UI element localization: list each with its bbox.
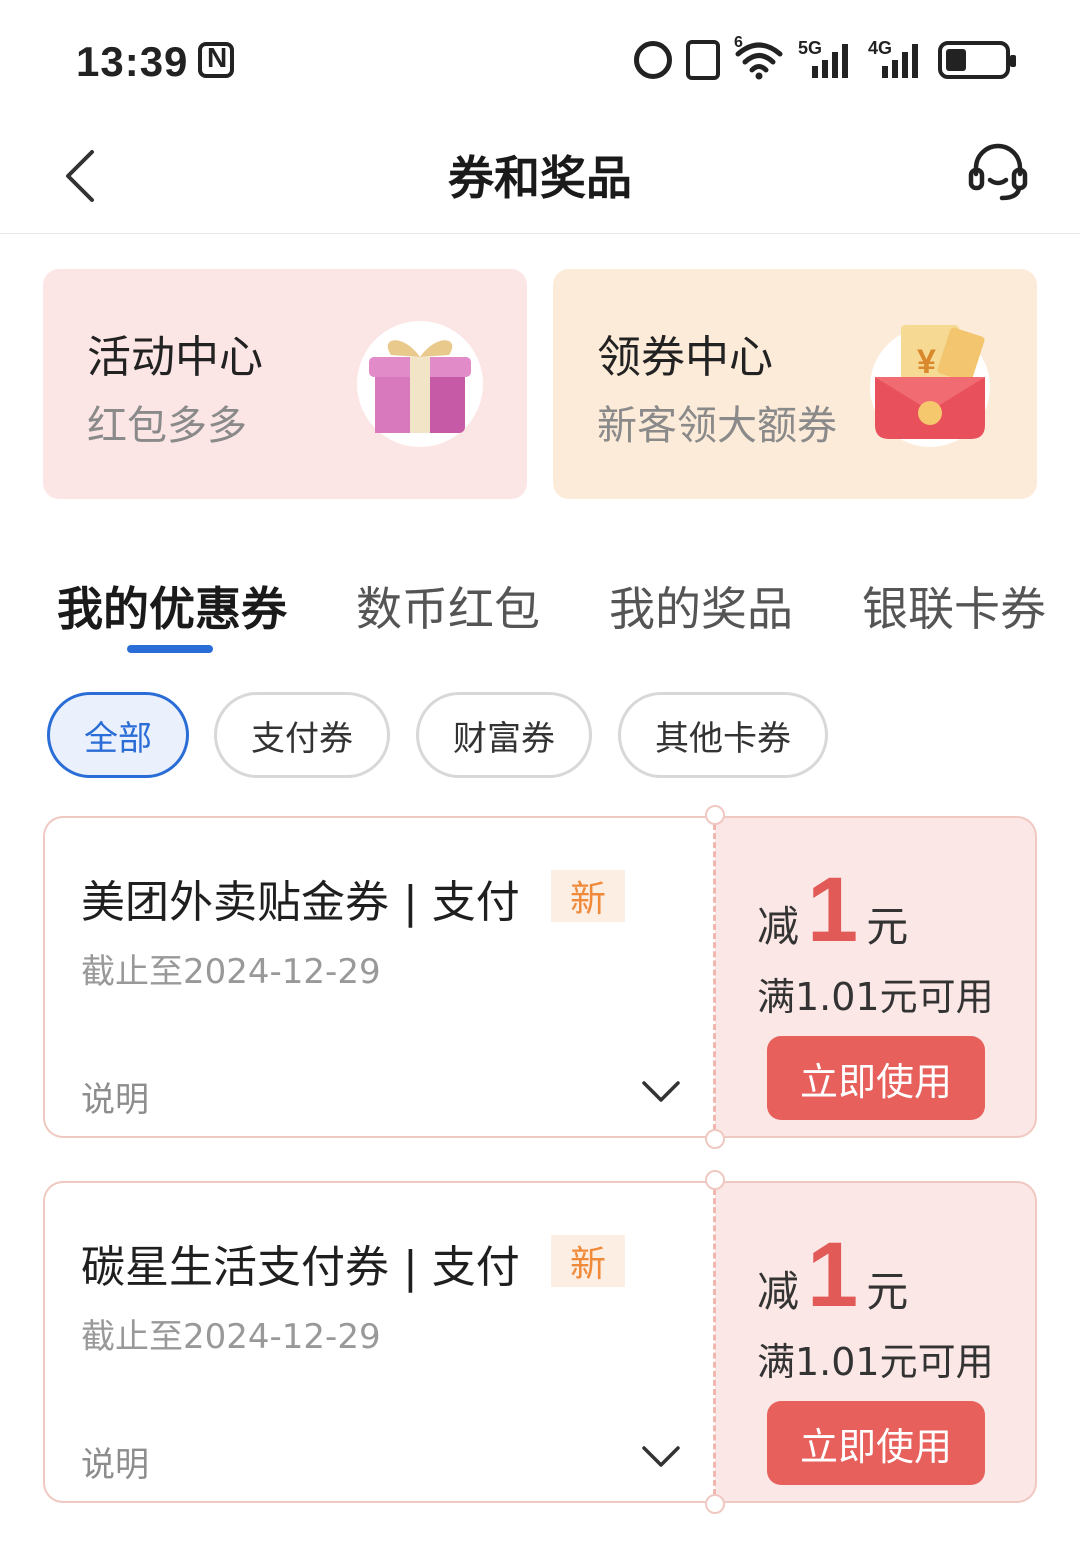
promo-title: 活动中心 [87,332,263,383]
page-title: 券和奖品 [448,151,632,205]
chevron-down-icon[interactable] [641,1080,681,1104]
signal-5g-icon: 5G [798,38,854,80]
red-packet-icon: ¥ [865,317,995,447]
tab-active-indicator [127,645,213,653]
coupon-card: 美团外卖贴金券 | 支付 新 截止至2024-12-29 说明 减1 元 满1.0… [43,805,1037,1149]
discount-amount: 1 [807,1224,859,1326]
wifi-label: 6 [734,34,743,51]
chevron-down-icon[interactable] [641,1445,681,1469]
coupon-divider [713,1189,716,1495]
signal-4g-icon: 4G [868,38,924,80]
coupon-name: 碳星生活支付券 | 支付 [81,1242,520,1293]
customer-service-icon[interactable] [968,142,1028,202]
discount-line: 减1 元 [757,858,908,963]
use-now-button[interactable]: 立即使用 [767,1401,985,1485]
discount-prefix: 减 [757,902,800,951]
status-bar: 13:39 6 5G 4G [0,0,1080,120]
coupon-expiry: 截止至2024-12-29 [81,952,381,992]
filter-all[interactable]: 全部 [47,692,189,778]
coupon-value: 减1 元 满1.01元可用 立即使用 [715,1181,1037,1503]
nfc-icon [198,42,234,78]
gift-icon [355,319,485,449]
coupon-threshold: 满1.01元可用 [757,1340,994,1384]
battery-fill [946,49,966,71]
tab-my-prizes[interactable]: 我的奖品 [609,573,793,639]
filter-chips: 全部 支付券 财富券 其他卡券 [0,692,1080,778]
discount-amount: 1 [807,859,859,961]
coupon-value: 减1 元 满1.01元可用 立即使用 [715,816,1037,1138]
tab-unionpay-coupons[interactable]: 银联卡券 [862,573,1046,639]
filter-payment[interactable]: 支付券 [214,692,390,778]
coupon-info: 碳星生活支付券 | 支付 新 截止至2024-12-29 说明 [43,1181,715,1503]
use-now-button[interactable]: 立即使用 [767,1036,985,1120]
signal-4g-label: 4G [868,38,893,58]
coupon-threshold: 满1.01元可用 [757,975,994,1019]
discount-unit: 元 [866,1267,909,1316]
signal-5g-label: 5G [798,38,823,58]
coupon-name: 美团外卖贴金券 | 支付 [81,877,520,928]
filter-other[interactable]: 其他卡券 [618,692,828,778]
coupon-expiry: 截止至2024-12-29 [81,1317,381,1357]
coupon-center-card[interactable]: 领券中心 新客领大额券 ¥ [553,269,1037,499]
svg-text:¥: ¥ [917,343,936,381]
coupon-info: 美团外卖贴金券 | 支付 新 截止至2024-12-29 说明 [43,816,715,1138]
coupon-card: 碳星生活支付券 | 支付 新 截止至2024-12-29 说明 减1 元 满1.0… [43,1170,1037,1514]
wifi-icon: 6 [734,34,784,80]
tab-bar: 我的优惠券 数币红包 我的奖品 银联卡券 [0,565,1080,655]
coupon-explain[interactable]: 说明 [81,1437,149,1486]
promo-subtitle: 新客领大额券 [597,403,837,449]
alarm-icon [634,41,672,79]
vibrate-icon [686,40,720,80]
status-time: 13:39 [76,38,189,85]
tab-digital-red-packets[interactable]: 数币红包 [356,573,540,639]
promo-title: 领券中心 [597,332,773,383]
promo-subtitle: 红包多多 [87,403,247,449]
status-icons: 6 5G 4G [634,34,1016,82]
filter-wealth[interactable]: 财富券 [416,692,592,778]
coupon-explain[interactable]: 说明 [81,1072,149,1121]
new-badge: 新 [551,1235,625,1287]
nav-bar: 券和奖品 [0,120,1080,234]
battery-icon [938,41,1016,79]
tab-my-coupons[interactable]: 我的优惠券 [57,573,287,639]
discount-line: 减1 元 [757,1223,908,1328]
new-badge: 新 [551,870,625,922]
activity-center-card[interactable]: 活动中心 红包多多 [43,269,527,499]
coupon-divider [713,824,716,1130]
discount-unit: 元 [866,902,909,951]
discount-prefix: 减 [757,1267,800,1316]
